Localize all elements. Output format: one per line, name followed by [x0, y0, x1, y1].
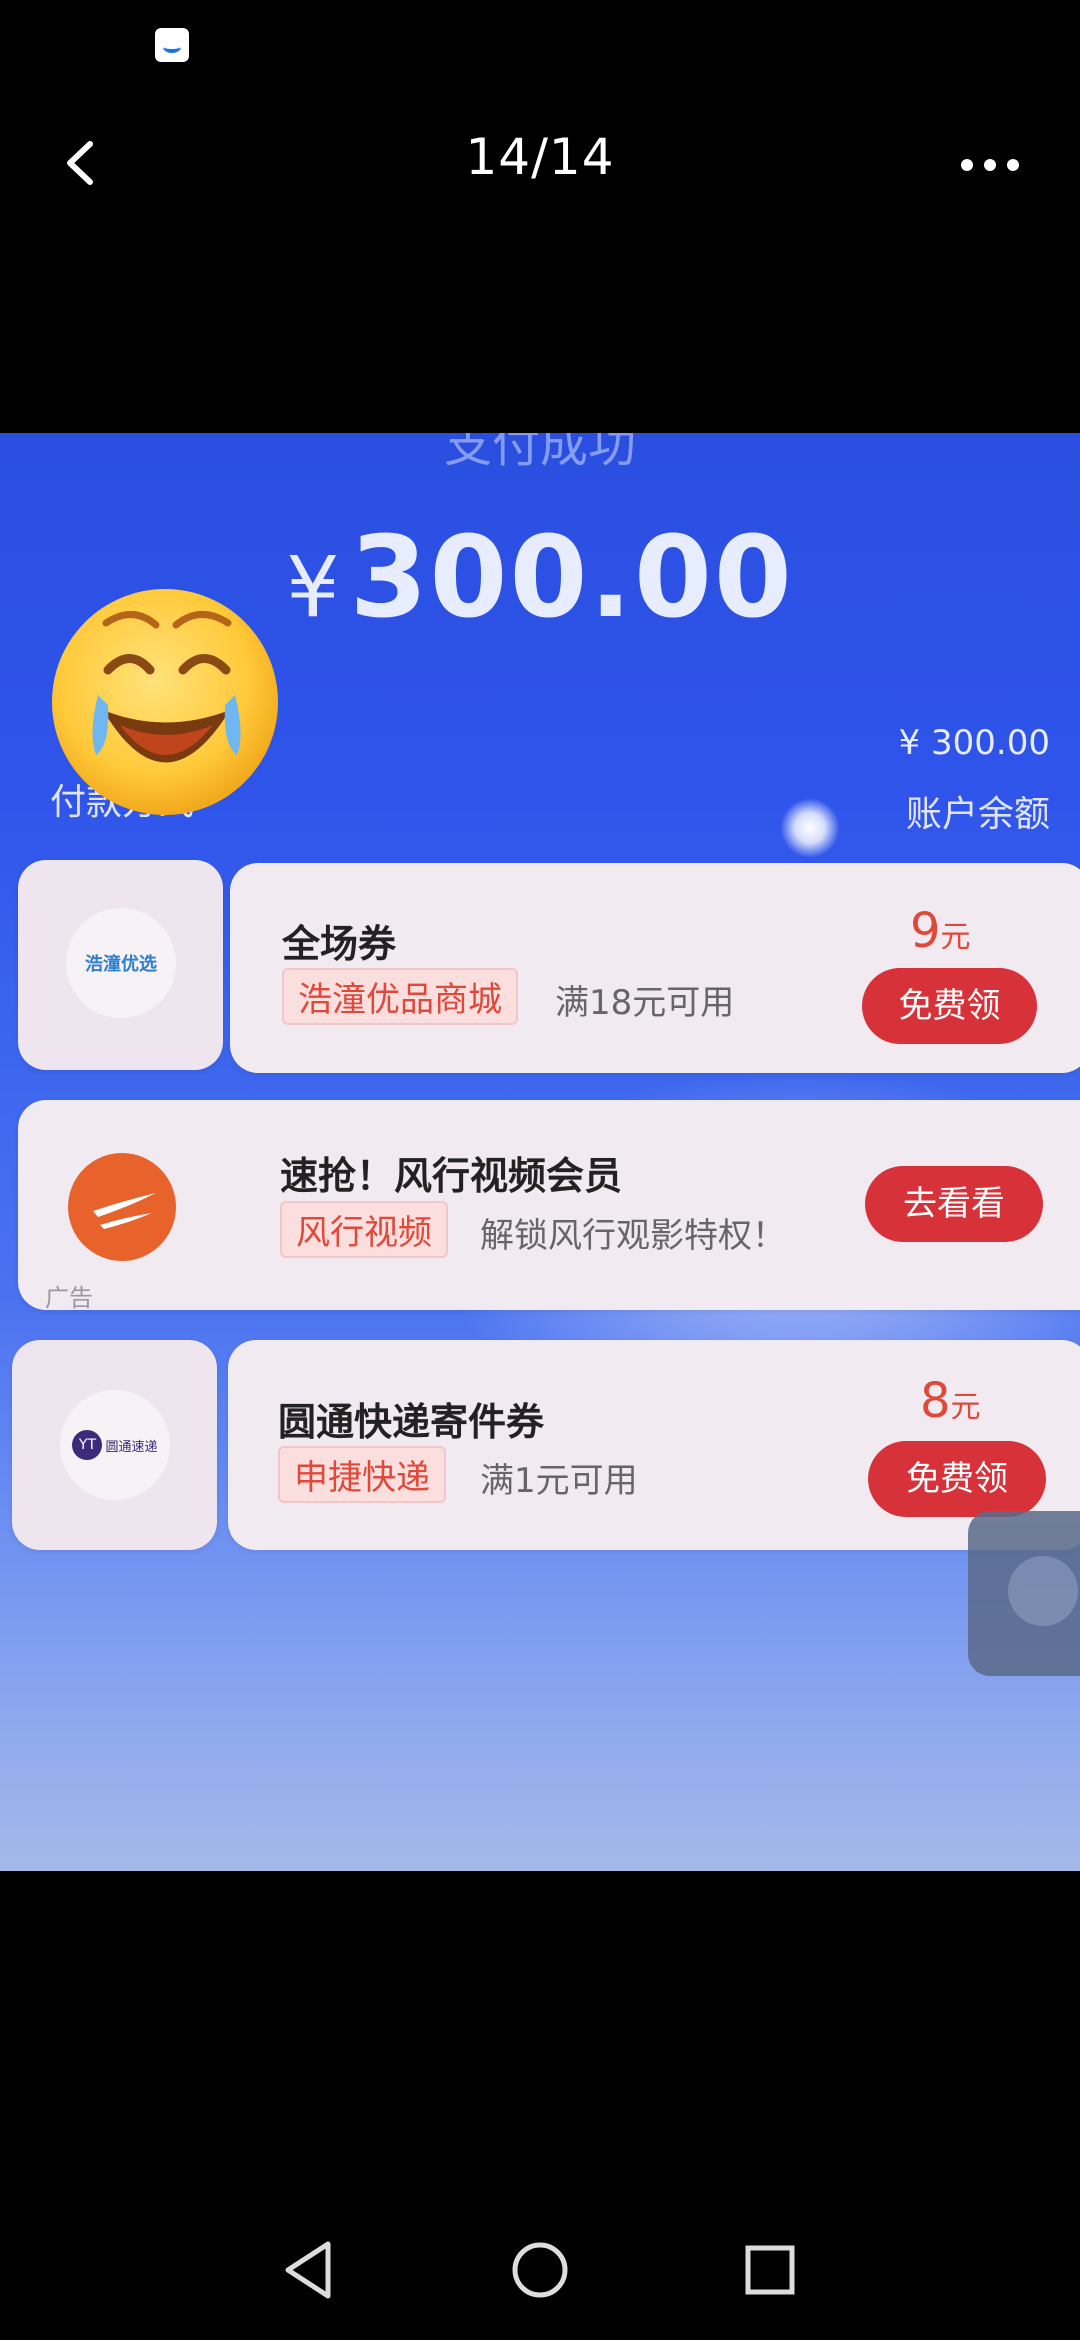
ad-label: 广告 — [45, 1284, 93, 1312]
offer-condition-2: 解锁风行观影特权！ — [480, 1216, 786, 1256]
claim-button-1[interactable]: 免费领 — [862, 968, 1037, 1044]
nav-home-button[interactable] — [500, 2230, 580, 2310]
more-horizontal-icon — [961, 159, 1019, 171]
yto-logo-text: 圆通速递 — [105, 1439, 158, 1455]
merchant-tag-1: 浩潼优品商城 — [282, 968, 518, 1025]
offer-price-1: 9元 — [910, 903, 971, 959]
notification-app-icon — [155, 28, 189, 62]
offer-logo-box-1: 浩潼优选 — [18, 860, 223, 1070]
claim-button-3[interactable]: 免费领 — [868, 1441, 1046, 1517]
yto-logo-mark: YT — [72, 1430, 103, 1460]
floating-assistant-button[interactable] — [968, 1511, 1080, 1676]
viewer-top-bar: 14/14 — [0, 100, 1080, 230]
price-number-3: 8 — [920, 1373, 951, 1429]
balance-value: ¥ 300.00 — [898, 723, 1050, 763]
square-recents-icon — [745, 2245, 795, 2295]
view-button-2[interactable]: 去看看 — [865, 1166, 1043, 1242]
fengxing-logo — [68, 1153, 176, 1261]
system-nav-bar — [0, 2230, 1080, 2340]
merchant-tag-2: 风行视频 — [280, 1201, 448, 1258]
nav-recents-button[interactable] — [730, 2230, 810, 2310]
offer-title-3: 圆通快递寄件券 — [278, 1400, 545, 1444]
payment-status-text: 支付成功 — [443, 433, 636, 473]
balance-label: 账户余额 — [905, 794, 1050, 835]
price-unit-3: 元 — [950, 1390, 981, 1425]
laughing-tears-emoji-icon — [52, 589, 278, 815]
triangle-back-icon — [285, 2241, 331, 2299]
light-flare — [780, 798, 840, 858]
more-options-button[interactable] — [955, 140, 1025, 190]
offer-condition-1: 满18元可用 — [555, 983, 735, 1023]
offer-title-2: 速抢！风行视频会员 — [280, 1154, 623, 1198]
currency-symbol: ¥ — [286, 538, 342, 636]
page-counter: 14/14 — [465, 128, 615, 186]
status-bar — [0, 0, 1080, 90]
offer-logo-box-3: YT 圆通速递 — [12, 1340, 217, 1550]
price-unit-1: 元 — [940, 920, 971, 955]
amount-value: 300.00 — [349, 513, 794, 643]
merchant-tag-3: 申捷快递 — [278, 1446, 446, 1503]
haotong-logo-text: 浩潼优选 — [85, 954, 157, 975]
offer-condition-3: 满1元可用 — [480, 1461, 638, 1501]
price-number-1: 9 — [910, 903, 941, 959]
nav-back-button[interactable] — [270, 2230, 350, 2310]
haotong-logo: 浩潼优选 — [66, 908, 176, 1018]
offer-price-3: 8元 — [920, 1373, 981, 1429]
fengxing-wing-icon — [93, 1193, 156, 1229]
circle-home-icon — [512, 2242, 568, 2298]
yto-logo: YT 圆通速递 — [60, 1390, 170, 1500]
offer-title-1: 全场券 — [282, 922, 397, 966]
